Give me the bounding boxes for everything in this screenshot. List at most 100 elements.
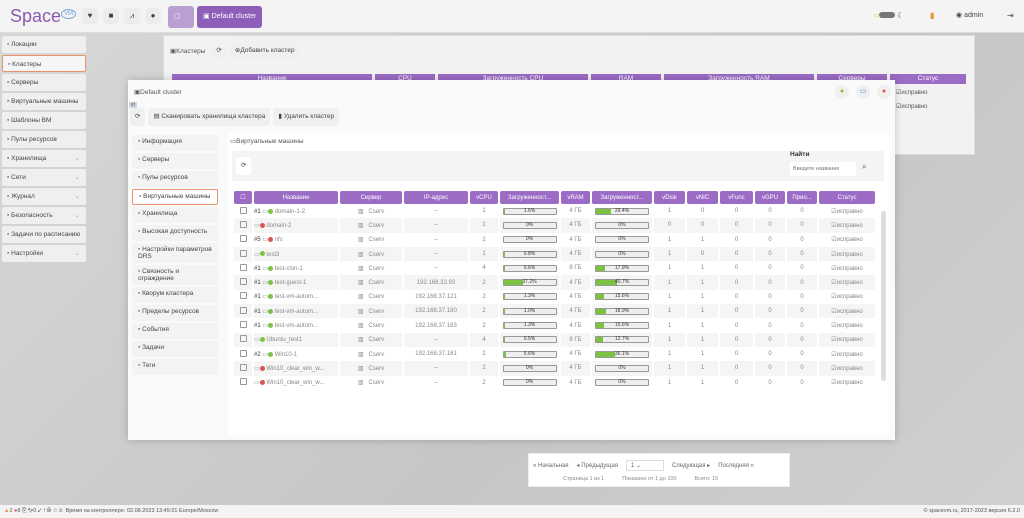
modal-nav-item[interactable]: ▪ Пулы ресурсов — [132, 171, 218, 187]
alert-icon[interactable]: ! — [43, 508, 45, 514]
col-status[interactable]: Статус — [890, 74, 966, 84]
logo[interactable]: Space VM — [10, 6, 77, 27]
column-header[interactable]: Название — [254, 191, 338, 204]
sidebar-item[interactable]: ▪ Кластеры — [2, 55, 86, 72]
column-header[interactable]: vRAM — [561, 191, 590, 204]
row-checkbox[interactable] — [239, 278, 247, 286]
sidebar-item[interactable]: ▪ Виртуальные машины — [2, 93, 86, 110]
cell-name[interactable]: ▭ test3 — [254, 246, 338, 262]
prev-page-button[interactable]: ◂ Предыдущая — [577, 462, 618, 469]
column-header[interactable]: Загруженност... — [500, 191, 559, 204]
page-select[interactable]: 1 ⌄ — [625, 460, 664, 471]
row-checkbox[interactable] — [239, 220, 247, 228]
maximize-button[interactable]: ▭ — [856, 85, 870, 99]
row-checkbox[interactable] — [239, 206, 247, 214]
table-row[interactable]: #5 ▭ nfs ▥ Cserv – 2 0% 4 ГБ 0% 1 1 0 0 0 ☑исправно — [234, 233, 875, 247]
sidebar-item[interactable]: ▪ Шаблоны ВМ — [2, 112, 86, 129]
row-checkbox[interactable] — [239, 363, 247, 371]
sidebar-item[interactable]: ▪ Сети ⌄ — [2, 169, 86, 186]
delete-cluster-button[interactable]: ▮ Удалить кластер — [273, 108, 340, 126]
last-page-button[interactable]: Последняя » — [718, 463, 754, 469]
refresh-button[interactable]: ⟳ — [211, 42, 227, 60]
cell-name[interactable]: #1 ▭ test-vm-autom... — [254, 290, 338, 304]
cell-name[interactable]: #5 ▭ nfs — [254, 233, 338, 247]
column-header[interactable]: Прио... — [787, 191, 817, 204]
cell-name[interactable]: ▭ Ubuntu_test1 — [254, 332, 338, 347]
sidebar-item[interactable]: ▪ Хранилища ⌄ — [2, 150, 86, 167]
notes-icon[interactable]: ▮ — [930, 11, 934, 20]
modal-nav-item[interactable]: ▪ Связность и ограждение — [132, 265, 218, 285]
row-checkbox[interactable] — [239, 235, 247, 243]
table-row[interactable]: ▭ test3 ▥ Cserv –1 0.8% 4 ГБ 0% 1 0 0 0 0 ☑исправно — [234, 246, 875, 262]
column-header[interactable]: Сервер — [340, 191, 402, 204]
row-checkbox[interactable] — [239, 249, 247, 257]
cell-name[interactable]: #1 ▭ test-guest-1 — [254, 275, 338, 290]
table-row[interactable]: #2 ▭ Win10-1 ▥ Cserv 192.168.37.181 2 5.6% 4 … — [234, 347, 875, 361]
sidebar-item[interactable]: ▪ Пулы ресурсов — [2, 131, 86, 148]
modal-nav-item[interactable]: ▪ Виртуальные машины — [132, 189, 218, 205]
table-row[interactable]: ▭ domain-2 ▥ Cserv –1 0% 4 ГБ 0% 0 0 0 0 0 ☑исправн… — [234, 218, 875, 233]
add-cluster-button[interactable]: ⊕Добавить кластер — [229, 42, 300, 60]
cell-name[interactable]: #1 ▭ domain-1-2 — [254, 204, 338, 218]
recycle-icon[interactable]: ♲ — [47, 508, 52, 514]
row-checkbox[interactable] — [239, 321, 247, 329]
column-header[interactable]: vNIC — [687, 191, 718, 204]
network-icon[interactable]: ⩘ — [124, 8, 140, 24]
scan-storage-button[interactable]: ▤ Сканировать хранилища кластера — [148, 108, 271, 126]
table-row[interactable]: #1 ▭ domain-1-2 ▥ Cserv – 1 1.6% 4 ГБ 29.4% 1 0 0… — [234, 204, 875, 218]
close-button[interactable]: ● — [877, 85, 891, 99]
minimize-button[interactable]: ● — [835, 85, 849, 99]
modal-nav-item[interactable]: ▪ Задачи — [132, 341, 218, 357]
modal-nav-item[interactable]: ▪ Серверы — [132, 153, 218, 169]
row-checkbox[interactable] — [239, 292, 247, 300]
modal-nav-item[interactable]: ▪ Настройки параметров DRS — [132, 243, 218, 263]
next-page-button[interactable]: Следующая ▸ — [672, 462, 710, 469]
table-row[interactable]: #1 ▭ test-guest-1 ▥ Cserv 192.168.33.93 2 37… — [234, 275, 875, 290]
user-menu[interactable]: ◉ admin — [956, 11, 983, 19]
modal-nav-item[interactable]: ▪ События — [132, 323, 218, 339]
cell-name[interactable]: ▭ Win10_clear_win_w... — [254, 376, 338, 390]
cell-name[interactable]: #2 ▭ Win10-1 — [254, 347, 338, 361]
heart-icon[interactable]: ♥ — [82, 8, 98, 24]
column-header[interactable]: vFunc — [720, 191, 753, 204]
modal-nav-item[interactable]: ▪ Кворум кластера — [132, 287, 218, 303]
row-checkbox[interactable] — [239, 349, 247, 357]
table-row[interactable]: ▭ Win10_clear_win_w... ▥ Cserv –2 0% 4 ГБ 0% 1… — [234, 376, 875, 390]
check-icon[interactable]: ✓ — [38, 508, 42, 514]
table-row[interactable]: ▭ Win10_clear_win_w... ▥ Cserv –2 0% 4 ГБ 0% 1… — [234, 361, 875, 376]
row-checkbox[interactable] — [239, 378, 247, 386]
sidebar-item[interactable]: ▪ Серверы — [2, 74, 86, 91]
row-checkbox[interactable] — [239, 263, 247, 271]
sidebar-item[interactable]: ▪ Локации — [2, 36, 86, 53]
modal-nav-item[interactable]: ▪ Пределы ресурсов — [132, 305, 218, 321]
table-row[interactable]: #1 ▭ test-clon-1 ▥ Cserv – 4 0.6% 8 ГБ 17.9% 1 1… — [234, 261, 875, 275]
column-header[interactable]: Загруженност... — [592, 191, 652, 204]
sidebar-item[interactable]: ▪ Безопасность ⌄ — [2, 207, 86, 224]
sidebar-item[interactable]: ▪ Задачи по расписанию — [2, 226, 86, 243]
scrollbar[interactable] — [881, 211, 886, 381]
column-header[interactable]: vGPU — [755, 191, 785, 204]
modal-nav-item[interactable]: ▪ Хранилища — [132, 207, 218, 223]
row-checkbox[interactable] — [239, 335, 247, 343]
folder-icon[interactable]: ■ — [103, 8, 119, 24]
sidebar-item[interactable]: ▪ Журнал ⌄ — [2, 188, 86, 205]
column-header[interactable]: vDisk — [654, 191, 685, 204]
table-row[interactable]: ▭ Ubuntu_test1 ▥ Cserv –4 0.5% 8 ГБ 12.7% 1 1 0 0… — [234, 332, 875, 347]
sidebar-item[interactable]: ▪ Настройки ⌄ — [2, 245, 86, 262]
column-header[interactable]: IP-адрес — [404, 191, 468, 204]
modal-nav-item[interactable]: ▪ Высокая доступность — [132, 225, 218, 241]
search-icon[interactable]: ⌕ — [862, 162, 866, 172]
first-page-button[interactable]: « Начальная — [533, 463, 569, 469]
cell-name[interactable]: ▭ domain-2 — [254, 218, 338, 233]
copy-icon[interactable]: ⎘ — [22, 508, 26, 514]
cell-name[interactable]: #1 ▭ test-clon-1 — [254, 261, 338, 275]
star-icon[interactable]: ☆ — [53, 508, 58, 514]
tab-default-cluster[interactable]: ▣ Default cluster — [197, 6, 263, 28]
column-header[interactable]: vCPU — [470, 191, 498, 204]
modal-nav-item[interactable]: ▪ Теги — [132, 359, 218, 375]
modal-nav-item[interactable]: ▪ Информация — [132, 135, 218, 151]
table-row[interactable]: #1 ▭ test-vm-autom... ▥ Cserv 192.168.37.1… — [234, 290, 875, 304]
search-input[interactable] — [790, 162, 856, 176]
cell-name[interactable]: ▭ Win10_clear_win_w... — [254, 361, 338, 376]
cell-name[interactable]: #1 ▭ test-vm-autom... — [254, 318, 338, 332]
